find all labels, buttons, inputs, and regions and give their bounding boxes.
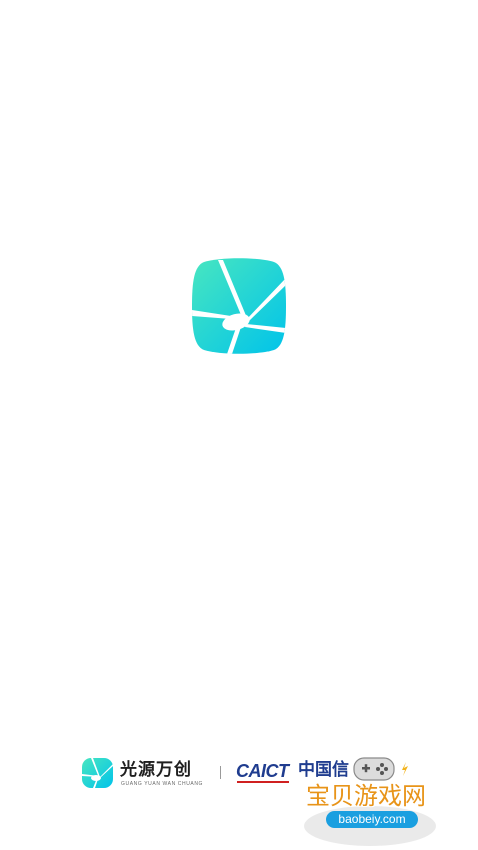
partner-logo-underline — [237, 781, 289, 783]
app-logo-icon — [192, 258, 286, 354]
star-burst-icon — [82, 758, 113, 788]
watermark-url: baobeiy.com — [326, 811, 418, 828]
footer-divider — [220, 766, 221, 779]
watermark: 宝贝游戏网 baobeiy.com — [298, 752, 448, 848]
brand-name-pinyin: GUANG YUAN WAN CHUANG — [121, 781, 204, 787]
gamepad-icon — [353, 757, 395, 781]
brand-name: 光源万创 — [120, 760, 192, 780]
partner-logo-text: CAICT — [236, 761, 289, 781]
watermark-text: 宝贝游戏网 — [306, 782, 426, 810]
splash-screen: 光源万创 GUANG YUAN WAN CHUANG CAICT 中国信 宝贝游… — [0, 0, 478, 850]
